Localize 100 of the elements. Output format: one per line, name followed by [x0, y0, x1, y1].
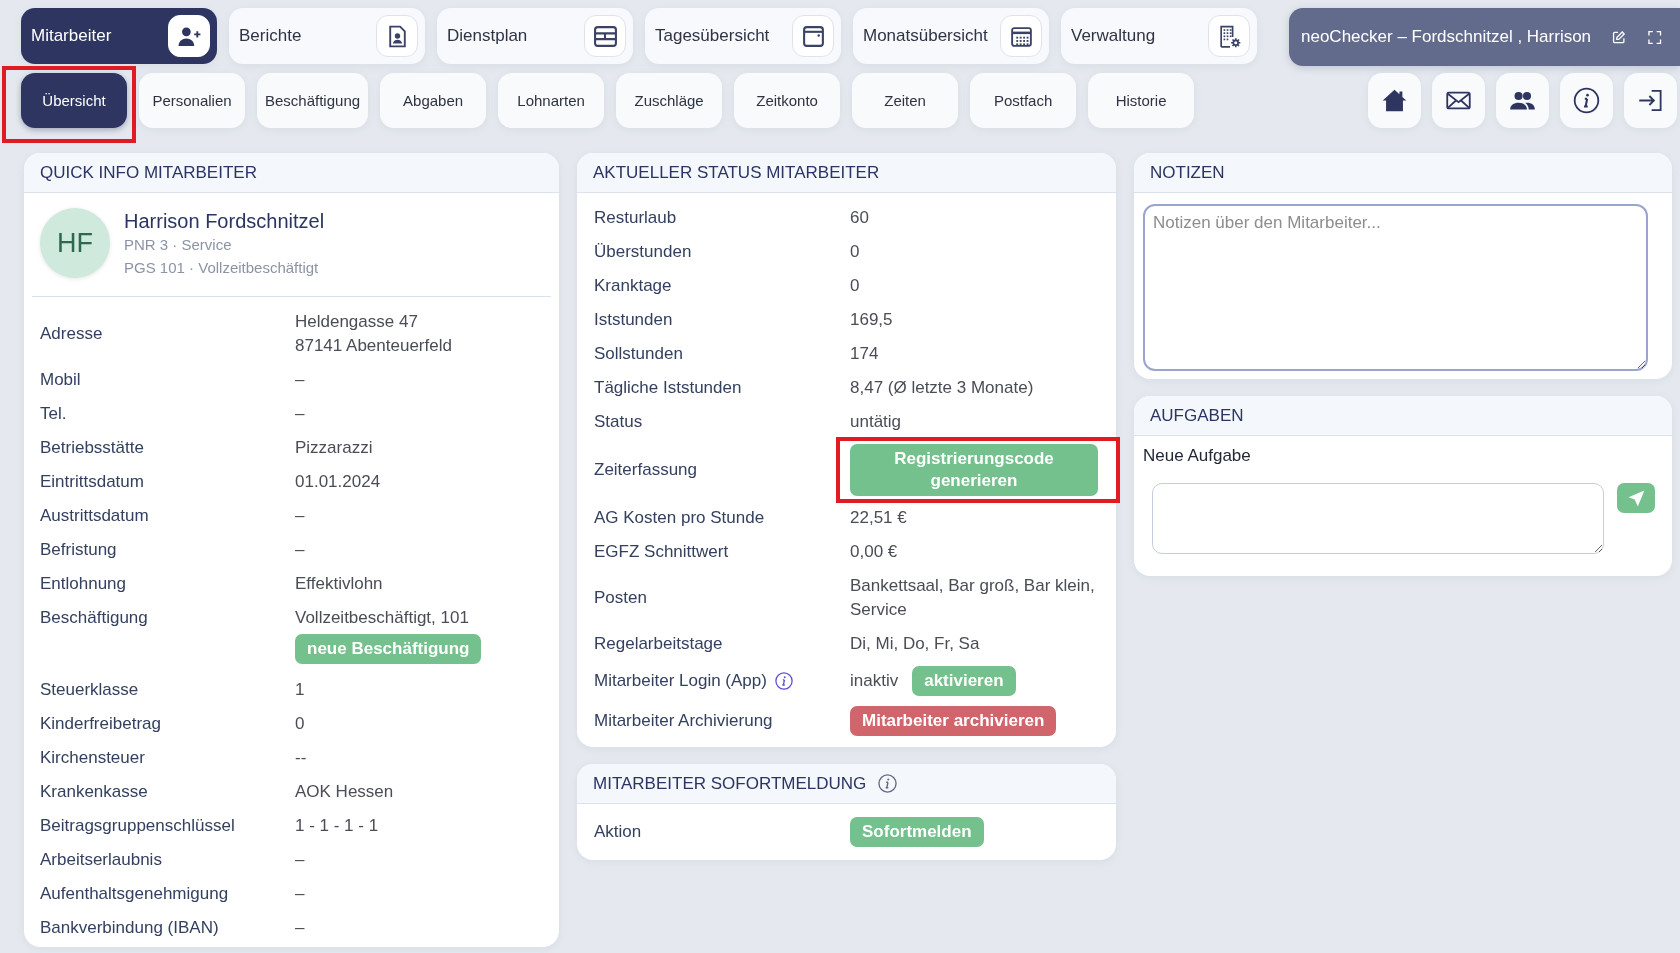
employee-detail: PNR 3 · Service: [124, 235, 233, 255]
field-value: 01.01.2024: [295, 471, 382, 493]
field-label: Adresse: [40, 323, 104, 345]
field-value: 0: [850, 275, 860, 297]
window-icon: [792, 15, 834, 57]
field-label: Aufenthaltsgenehmigung: [40, 883, 230, 905]
field-label: Betriebsstätte: [40, 437, 145, 459]
tab[interactable]: Lohnarten: [498, 73, 605, 128]
employee-name: Harrison Fordschnitzel: [124, 210, 325, 233]
info-icon[interactable]: [774, 672, 793, 690]
field-label: Austrittsdatum: [40, 505, 150, 527]
layout-icon: [584, 15, 626, 57]
panel-title: MITARBEITER SOFORTMELDUNG: [593, 773, 867, 794]
field-value: 60: [850, 207, 869, 229]
field-label: Beschäftigung: [40, 607, 149, 629]
field-value: Pizzarazzi: [295, 437, 374, 459]
action-button[interactable]: Mitarbeiter archivieren: [850, 706, 1057, 736]
send-icon: [1626, 488, 1646, 508]
users-button[interactable]: [1496, 73, 1549, 128]
field-label: Bankverbindung (IBAN): [40, 917, 220, 939]
panel-title: AKTUELLER STATUS MITARBEITER: [593, 162, 880, 183]
field-label: Mitarbeiter Login (App): [594, 670, 767, 692]
field-value: 1: [295, 679, 306, 701]
field-label: Tägliche Iststunden: [594, 377, 742, 399]
field-label: Arbeitserlaubnis: [40, 849, 163, 871]
logout-icon: [1637, 87, 1664, 114]
field-label: Mobil: [40, 369, 82, 391]
field-value: 22,51 €: [850, 507, 907, 529]
field-label: EGFZ Schnittwert: [594, 541, 729, 563]
field-label: Sollstunden: [594, 343, 683, 365]
avatar: HF: [40, 208, 110, 278]
nav-button[interactable]: Verwaltung: [1061, 8, 1257, 64]
field-value: --: [295, 747, 308, 769]
field-value: Vollzeitbeschäftigt, 101: [295, 607, 469, 629]
home-button[interactable]: [1368, 73, 1421, 128]
field-value: –: [295, 369, 306, 391]
document-person-icon: [376, 15, 418, 57]
field-value: –: [295, 849, 306, 871]
tab[interactable]: Zeitkonto: [734, 73, 841, 128]
field-value: 0,00 €: [850, 541, 898, 563]
field-label: AG Kosten pro Stunde: [594, 507, 765, 529]
tab[interactable]: Historie: [1088, 73, 1195, 128]
field-value: Heldengasse 47 87141 Abenteuerfeld: [295, 311, 453, 357]
field-value: –: [295, 917, 306, 939]
info-icon[interactable]: [878, 774, 898, 793]
field-value: Bankettsaal, Bar groß, Bar klein, Service: [850, 575, 1096, 621]
panel-title: NOTIZEN: [1150, 162, 1225, 183]
field-label: Kinderfreibetrag: [40, 713, 162, 735]
field-value: –: [295, 883, 306, 905]
field-value: 169,5: [850, 309, 893, 331]
user-plus-icon: [168, 15, 210, 57]
tab[interactable]: Personalien: [139, 73, 245, 128]
field-value: –: [295, 505, 306, 527]
field-label: Regelarbeitstage: [594, 633, 723, 655]
nav-button[interactable]: Monatsübersicht: [853, 8, 1049, 64]
tab[interactable]: Abgaben: [380, 73, 487, 128]
nav-button[interactable]: Dienstplan: [437, 8, 633, 64]
info-button[interactable]: [1560, 73, 1613, 128]
field-value: 174: [850, 343, 879, 365]
field-value: Effektivlohn: [295, 573, 384, 595]
tab[interactable]: Übersicht: [21, 73, 127, 128]
home-icon: [1381, 87, 1408, 114]
field-label: Zeiterfassung: [594, 459, 697, 481]
nav-button[interactable]: Tagesübersicht: [645, 8, 841, 64]
tab[interactable]: Postfach: [970, 73, 1077, 128]
field-label: Überstunden: [594, 241, 692, 263]
notes-field[interactable]: Notizen über den Mitarbeiter...: [1143, 204, 1648, 371]
logout-button[interactable]: [1624, 73, 1677, 128]
field-value: –: [295, 403, 306, 425]
field-label: Befristung: [40, 539, 118, 561]
field-value: inaktiv: [850, 670, 899, 692]
tab[interactable]: Zeiten: [852, 73, 959, 128]
mail-button[interactable]: [1432, 73, 1485, 128]
info-icon: [1573, 87, 1600, 114]
calendar-icon: [1000, 15, 1042, 57]
field-label: Status: [594, 411, 643, 433]
field-label: Kranktage: [594, 275, 672, 297]
field-label: Beitragsgruppenschlüssel: [40, 815, 236, 837]
field-label: Kirchensteuer: [40, 747, 146, 769]
nav-button[interactable]: Mitarbeiter: [21, 8, 217, 64]
task-field[interactable]: [1152, 483, 1604, 554]
field-label: Krankenkasse: [40, 781, 149, 803]
field-value: untätig: [850, 411, 902, 433]
field-label: Iststunden: [594, 309, 673, 331]
field-label: Aktion: [594, 821, 643, 843]
field-value: AOK Hessen: [295, 781, 395, 803]
app-title: neoChecker – Fordschnitzel , Harrison: [1301, 27, 1592, 47]
tab[interactable]: Beschäftigung: [257, 73, 369, 128]
field-label: Tel.: [40, 403, 68, 425]
employee-detail: PGS 101 · Vollzeitbeschäftigt: [124, 258, 320, 278]
field-label: Mitarbeiter Archivierung: [594, 710, 773, 732]
nav-button[interactable]: Berichte: [229, 8, 425, 64]
field-label: Neue Aufgabe: [1143, 445, 1252, 467]
field-label: Entlohnung: [40, 573, 128, 595]
field-value: 1 - 1 - 1 - 1: [295, 815, 380, 837]
field-value: –: [295, 539, 306, 561]
field-label: Posten: [594, 587, 647, 609]
field-label: Steuerklasse: [40, 679, 140, 701]
field-value: 0: [850, 241, 860, 263]
tab[interactable]: Zuschläge: [616, 73, 723, 128]
